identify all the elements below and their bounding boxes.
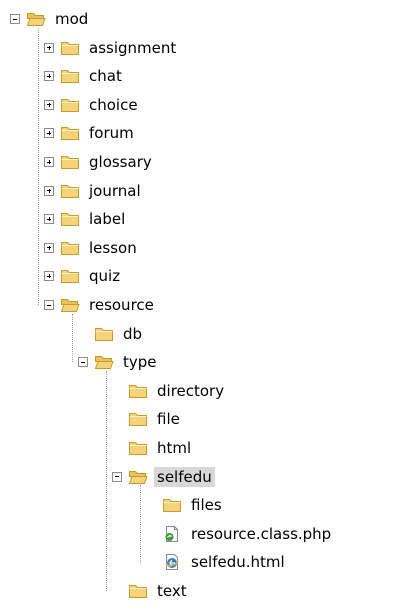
folder-icon xyxy=(60,124,80,142)
folder-icon xyxy=(162,496,182,514)
tree-row-label[interactable]: label xyxy=(44,205,128,233)
tree-item-label: type xyxy=(123,353,157,372)
tree-item-label: quiz xyxy=(89,267,121,286)
tree-item-label: lesson xyxy=(89,238,137,257)
expand-plus-icon[interactable] xyxy=(44,157,54,167)
tree-row-selfedu-html[interactable]: selfedu.html xyxy=(146,548,288,576)
expand-plus-icon[interactable] xyxy=(44,128,54,139)
tree-row-files[interactable]: files xyxy=(146,491,225,519)
tree-row-directory[interactable]: directory xyxy=(112,377,227,405)
tree-item-label: assignment xyxy=(89,38,177,57)
tree-guide-line xyxy=(38,27,39,306)
folder-icon xyxy=(60,239,80,257)
expand-plus-icon[interactable] xyxy=(44,185,54,196)
folder-tree: mod assignment chat choice forum glossary jour… xyxy=(0,0,394,606)
tree-item-label: selfedu xyxy=(154,466,215,487)
folder-icon xyxy=(60,153,80,171)
tree-item-label: html xyxy=(157,439,192,457)
collapse-minus-icon[interactable] xyxy=(78,357,88,368)
collapse-minus-icon[interactable] xyxy=(10,14,20,24)
tree-row-journal[interactable]: journal xyxy=(44,177,144,205)
tree-row-choice[interactable]: choice xyxy=(44,91,141,119)
expand-plus-icon[interactable] xyxy=(44,42,54,53)
folder-icon xyxy=(128,382,148,400)
expand-plus-icon[interactable] xyxy=(44,99,54,110)
tree-guide-line xyxy=(106,370,107,592)
tree-item-label: forum xyxy=(89,124,134,143)
php-file-icon xyxy=(162,525,182,543)
tree-item-label: chat xyxy=(89,67,122,86)
tree-row-type[interactable]: type xyxy=(78,348,160,376)
tree-guide-line xyxy=(140,485,141,563)
tree-item-label: mod xyxy=(55,10,89,28)
folder-icon xyxy=(60,267,80,285)
expand-plus-icon[interactable] xyxy=(44,214,54,225)
tree-item-label: label xyxy=(89,210,126,229)
tree-row-db[interactable]: db xyxy=(78,320,145,348)
tree-row-mod[interactable]: mod xyxy=(10,5,91,33)
folder-open-icon xyxy=(128,468,148,486)
tree-row-html[interactable]: html xyxy=(112,434,194,462)
tree-item-label: choice xyxy=(89,95,138,114)
tree-item-label: selfedu.html xyxy=(191,553,285,572)
tree-row-assignment[interactable]: assignment xyxy=(44,34,179,62)
folder-icon xyxy=(60,67,80,85)
expand-plus-icon[interactable] xyxy=(44,271,54,282)
expand-plus-icon[interactable] xyxy=(44,71,54,82)
tree-item-label: text xyxy=(157,582,187,600)
collapse-minus-icon[interactable] xyxy=(44,300,54,310)
tree-row-lesson[interactable]: lesson xyxy=(44,234,140,262)
folder-icon xyxy=(128,582,148,600)
folder-open-icon xyxy=(26,10,46,28)
tree-row-selfedu[interactable]: selfedu xyxy=(112,463,215,491)
tree-item-label: resource xyxy=(89,296,154,314)
folder-open-icon xyxy=(94,353,114,371)
tree-row-file[interactable]: file xyxy=(112,405,183,433)
tree-item-label: journal xyxy=(89,181,141,200)
folder-icon xyxy=(60,210,80,228)
tree-row-chat[interactable]: chat xyxy=(44,62,125,90)
tree-item-label: file xyxy=(157,410,180,429)
folder-icon xyxy=(60,96,80,114)
tree-row-forum[interactable]: forum xyxy=(44,119,137,147)
tree-guide-line xyxy=(72,313,73,363)
tree-row-text[interactable]: text xyxy=(112,577,190,605)
folder-open-icon xyxy=(60,296,80,314)
tree-row-glossary[interactable]: glossary xyxy=(44,148,155,176)
folder-icon xyxy=(60,39,80,57)
folder-icon xyxy=(128,439,148,457)
tree-item-label: db xyxy=(123,324,143,343)
tree-row-resource-class-php[interactable]: resource.class.php xyxy=(146,520,334,548)
tree-row-resource[interactable]: resource xyxy=(44,291,157,319)
tree-item-label: files xyxy=(191,496,222,515)
folder-icon xyxy=(128,410,148,428)
tree-item-label: resource.class.php xyxy=(191,524,332,543)
collapse-minus-icon[interactable] xyxy=(112,471,122,482)
folder-icon xyxy=(60,182,80,200)
expand-plus-icon[interactable] xyxy=(44,242,54,253)
html-file-icon xyxy=(162,553,182,571)
tree-item-label: glossary xyxy=(89,153,152,171)
tree-row-quiz[interactable]: quiz xyxy=(44,262,123,290)
folder-icon xyxy=(94,325,114,343)
tree-item-label: directory xyxy=(157,381,225,400)
